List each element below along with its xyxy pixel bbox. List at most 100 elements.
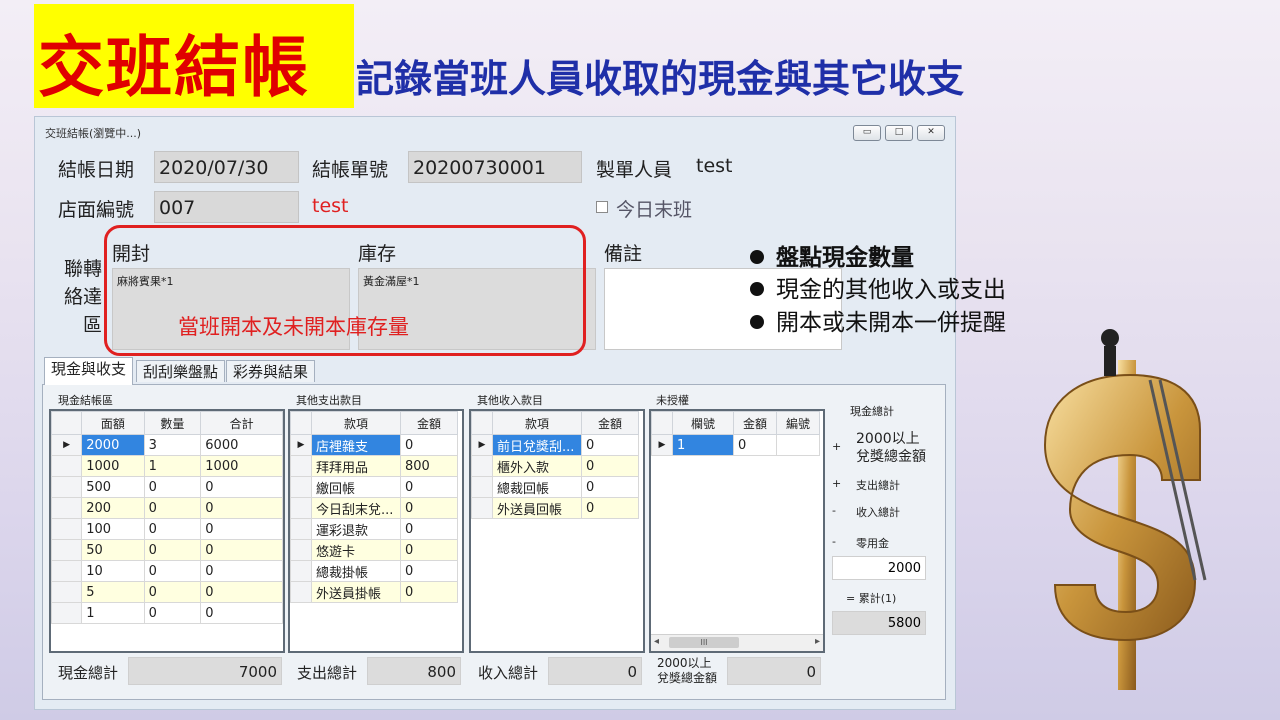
table-cell[interactable]: 5	[81, 581, 145, 603]
table-cell[interactable]: 0	[581, 434, 639, 456]
table-cell[interactable]: 1000	[81, 455, 145, 477]
table-cell[interactable]: 10	[81, 560, 145, 582]
tab-cash[interactable]: 現金與收支	[44, 357, 134, 385]
window-title: 交班結帳(瀏覽中...)	[45, 127, 142, 140]
table-cell[interactable]: 1	[672, 434, 734, 456]
table-cell[interactable]: 0	[143, 560, 202, 582]
minus-sign: -	[832, 535, 836, 548]
table-cell[interactable]: 0	[200, 518, 283, 540]
table-cell[interactable]: 500	[81, 476, 145, 498]
bullet-item: 盤點現金數量	[750, 238, 914, 272]
table-cell[interactable]: 外送員回帳	[492, 497, 582, 519]
table-cell[interactable]: 100	[81, 518, 145, 540]
petty-cash-field[interactable]: 2000	[832, 556, 926, 580]
memo-label: 備註	[604, 243, 643, 265]
bullet-item: 現金的其他收入或支出	[750, 270, 1006, 304]
table-cell[interactable]: 0	[143, 497, 202, 519]
row-pointer-icon: ▶	[290, 434, 312, 456]
table-cell[interactable]: 1000	[200, 455, 283, 477]
table-cell[interactable]: 0	[200, 560, 283, 582]
table-cell[interactable]: 0	[400, 539, 458, 561]
table-cell[interactable]: 0	[400, 476, 458, 498]
table-cell[interactable]: 0	[143, 476, 202, 498]
table-cell[interactable]: 0	[143, 518, 202, 540]
row-pointer-icon: ▶	[471, 434, 493, 456]
scroll-left-icon[interactable]: ◂	[654, 636, 659, 647]
cash-total-label: 現金總計	[58, 664, 119, 682]
column-header[interactable]: 面額	[81, 411, 145, 435]
expense-grid: 款項 金額 ▶ 店裡雜支 0 拜拜用品 800 繳回帳 0 今日刮末兌... 0 運彩退款…	[288, 409, 464, 653]
table-cell[interactable]: 外送員掛帳	[311, 581, 401, 603]
summary-cumulative-label: = 累計(1)	[846, 592, 897, 605]
table-cell[interactable]: 50	[81, 539, 145, 561]
scroll-right-icon[interactable]: ▸	[815, 636, 820, 647]
table-cell[interactable]: 0	[400, 581, 458, 603]
table-cell[interactable]: 0	[581, 476, 639, 498]
doc-number-field[interactable]: 20200730001	[408, 151, 582, 183]
table-cell[interactable]: 0	[581, 497, 639, 519]
last-shift-label: 今日末班	[616, 199, 693, 221]
date-field[interactable]: 2020/07/30	[154, 151, 299, 183]
column-header[interactable]: 金額	[581, 411, 639, 435]
store-label: 店面編號	[58, 199, 135, 221]
last-shift-checkbox[interactable]	[596, 201, 608, 213]
table-cell[interactable]: 0	[200, 476, 283, 498]
column-header[interactable]: 合計	[200, 411, 283, 435]
table-cell[interactable]: 0	[143, 539, 202, 561]
minus-sign: -	[832, 504, 836, 517]
table-cell[interactable]: 800	[400, 455, 458, 477]
table-cell[interactable]: 今日刮末兌...	[311, 497, 401, 519]
table-cell[interactable]: 0	[143, 602, 202, 624]
minimize-button[interactable]: ▭	[853, 125, 881, 141]
table-cell[interactable]: 0	[581, 455, 639, 477]
table-cell[interactable]	[776, 434, 820, 456]
table-cell[interactable]: 0	[400, 518, 458, 540]
table-cell[interactable]: 1	[143, 455, 202, 477]
table-cell[interactable]: 0	[733, 434, 777, 456]
maker-label: 製單人員	[596, 159, 673, 181]
table-cell[interactable]: 繳回帳	[311, 476, 401, 498]
table-cell[interactable]: 前日兌獎刮...	[492, 434, 582, 456]
maximize-button[interactable]: □	[885, 125, 913, 141]
table-cell[interactable]: 總裁回帳	[492, 476, 582, 498]
column-header[interactable]: 欄號	[672, 411, 734, 435]
table-cell[interactable]: 0	[200, 602, 283, 624]
table-cell[interactable]: 3	[143, 434, 202, 456]
date-label: 結帳日期	[58, 159, 135, 181]
table-cell[interactable]: 運彩退款	[311, 518, 401, 540]
table-cell[interactable]: 拜拜用品	[311, 455, 401, 477]
table-cell[interactable]: 200	[81, 497, 145, 519]
scroll-thumb[interactable]: III	[669, 637, 739, 648]
table-cell[interactable]: 0	[200, 581, 283, 603]
table-cell[interactable]: 0	[200, 497, 283, 519]
column-header[interactable]: 款項	[492, 411, 582, 435]
table-cell[interactable]: 0	[400, 434, 458, 456]
unauth-grid-title: 未授權	[656, 394, 689, 407]
bullet-dot-icon	[750, 282, 764, 296]
summary-cash-total-label: 現金總計	[850, 405, 894, 418]
table-cell[interactable]: 櫃外入款	[492, 455, 582, 477]
table-cell[interactable]: 總裁掛帳	[311, 560, 401, 582]
bullet-item: 開本或未開本一併提醒	[750, 303, 1006, 337]
table-cell[interactable]: 2000	[81, 434, 145, 456]
table-cell[interactable]: 0	[143, 581, 202, 603]
table-cell[interactable]: 0	[200, 539, 283, 561]
horizontal-scrollbar[interactable]: ◂ III ▸	[651, 634, 823, 651]
store-field[interactable]: 007	[154, 191, 299, 223]
column-header[interactable]: 款項	[311, 411, 401, 435]
tab-scratch[interactable]: 刮刮樂盤點	[136, 360, 226, 382]
close-button[interactable]: ✕	[917, 125, 945, 141]
column-header[interactable]: 編號	[776, 411, 820, 435]
tab-lottery[interactable]: 彩券與結果	[226, 360, 316, 382]
column-header[interactable]: 金額	[400, 411, 458, 435]
table-cell[interactable]: 0	[400, 497, 458, 519]
column-header[interactable]: 金額	[733, 411, 777, 435]
table-cell[interactable]: 店裡雜支	[311, 434, 401, 456]
table-cell[interactable]: 6000	[200, 434, 283, 456]
column-header[interactable]: 數量	[143, 411, 202, 435]
table-cell[interactable]: 悠遊卡	[311, 539, 401, 561]
table-cell[interactable]: 1	[81, 602, 145, 624]
gold-dollar-illustration	[1043, 329, 1207, 690]
store-name: test	[312, 195, 349, 217]
table-cell[interactable]: 0	[400, 560, 458, 582]
